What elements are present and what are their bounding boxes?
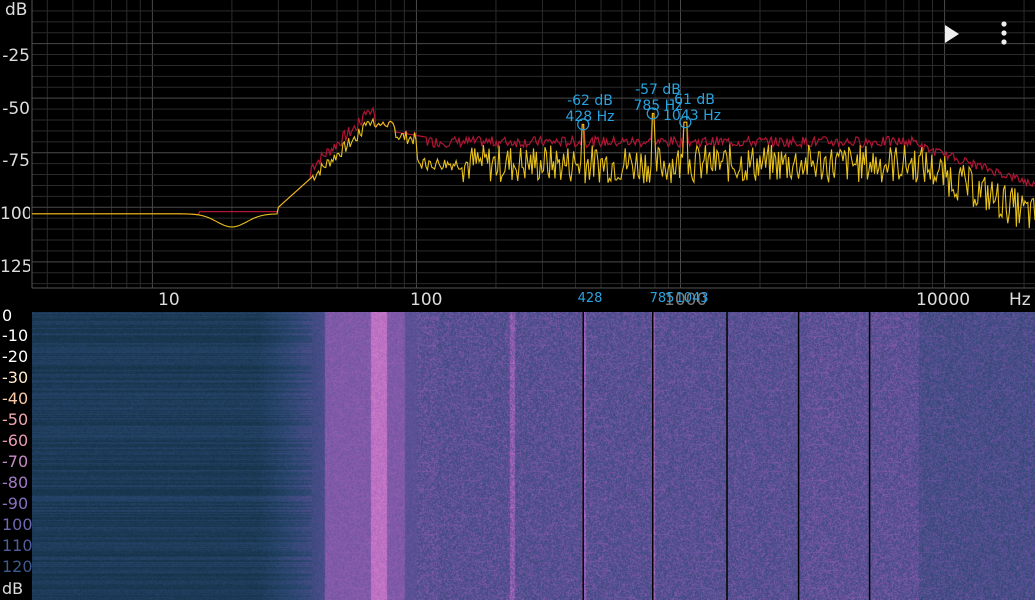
overflow-menu-button[interactable] [992, 18, 1016, 48]
y-tick-label: 100 [0, 206, 30, 223]
db-scale-label: 100 [2, 515, 33, 534]
y-tick-label: -75 [2, 153, 30, 170]
marker-label: 428 [577, 291, 603, 306]
marker-label: 1043 [675, 291, 709, 306]
audio-spectrum-analyzer: dB -25 -50 -75 100 125 10 100 10000 Hz 1… [0, 0, 1035, 600]
db-scale-unit: dB [2, 579, 24, 598]
db-scale-label: 0 [2, 306, 13, 325]
peak-hold-curve [32, 105, 1035, 216]
db-scale-label: -50 [2, 410, 29, 429]
db-color-scale: 0 -10 -20 -30 -40 -50 -60 -70 -80 -90 10… [0, 306, 33, 600]
peak-db: -61 dB [669, 92, 715, 108]
db-scale-label: 120 [2, 557, 33, 576]
db-scale-label: -20 [2, 347, 29, 366]
db-scale-label: -60 [2, 431, 29, 450]
play-button[interactable] [938, 20, 966, 48]
peak-hz: 1043 Hz [663, 108, 721, 124]
play-icon [945, 25, 959, 43]
y-tick-label: -50 [2, 101, 30, 118]
spectrum-plot [31, 0, 1035, 289]
db-scale-label: -10 [2, 326, 29, 345]
peak-db: -62 dB [567, 93, 613, 109]
spectrogram-marker-lines [582, 312, 871, 600]
db-scale-label: -30 [2, 368, 29, 387]
db-scale-label: -80 [2, 473, 29, 492]
db-scale-label: -90 [2, 494, 29, 513]
y-tick-label: -25 [2, 48, 30, 65]
more-vert-icon [1001, 21, 1007, 45]
peak-label: -62 dB 428 Hz [555, 93, 625, 125]
db-scale-label: -70 [2, 452, 29, 471]
y-tick-label: 125 [0, 259, 30, 276]
db-scale-label: -40 [2, 389, 29, 408]
peak-label: -61 dB 1043 Hz [660, 92, 724, 124]
peak-hz: 428 Hz [565, 109, 615, 125]
db-scale-label: 110 [2, 536, 33, 555]
y-axis-unit: dB [5, 0, 28, 20]
